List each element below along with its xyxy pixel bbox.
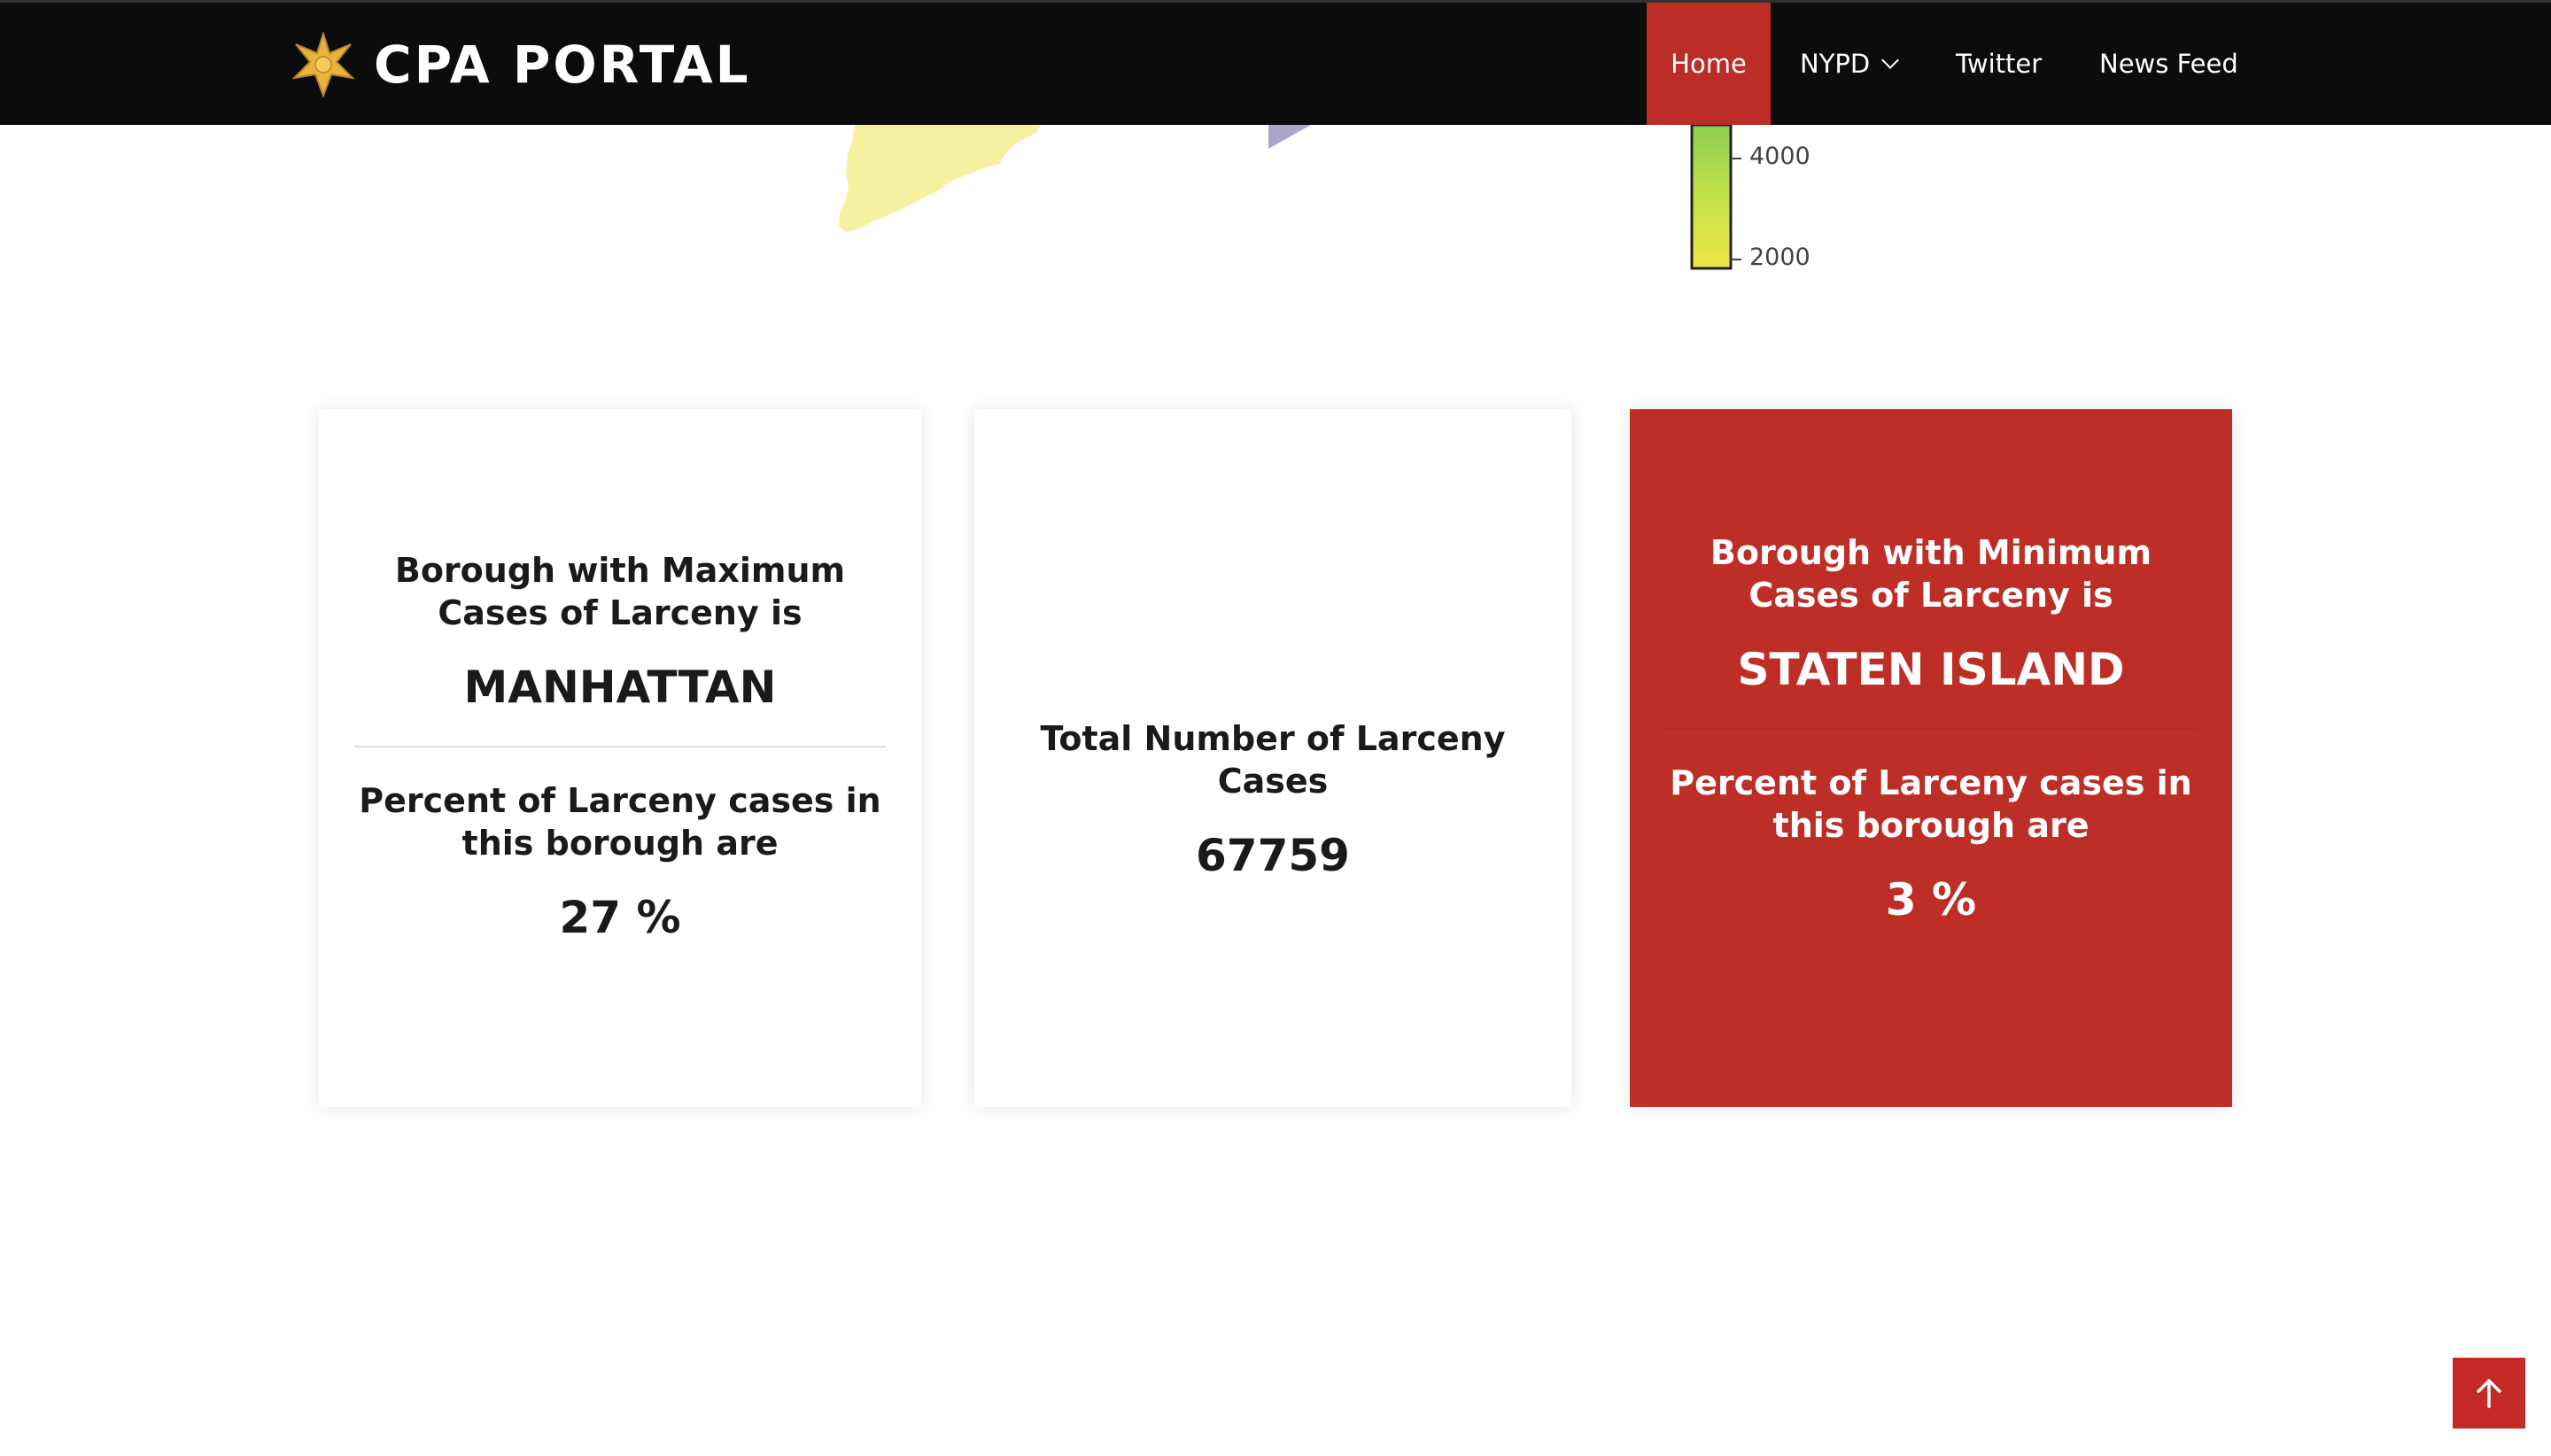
arrow-up-icon: [2477, 1379, 2501, 1408]
total-cases-value: 67759: [1196, 830, 1350, 881]
brand-title: CPA PORTAL: [374, 35, 751, 95]
min-card-heading: Borough with Minimum Cases of Larceny is: [1710, 533, 2152, 615]
nav-nypd-dropdown[interactable]: NYPD: [1800, 3, 1906, 125]
chevron-down-icon: [1881, 51, 1900, 69]
min-borough-name: STATEN ISLAND: [1737, 644, 2125, 695]
total-card-heading: Total Number of Larceny Cases: [1040, 719, 1506, 801]
max-percent-heading: Percent of Larceny cases in this borough…: [359, 781, 881, 863]
card-divider: [354, 746, 886, 747]
nav-home[interactable]: Home: [1647, 3, 1771, 125]
back-to-top-button[interactable]: [2453, 1358, 2525, 1429]
total-cases-card: Total Number of Larceny Cases 67759: [974, 409, 1571, 1107]
brand[interactable]: CPA PORTAL: [292, 29, 751, 100]
card-divider: [1665, 728, 2197, 730]
top-navbar: CPA PORTAL Home NYPD Twitter News Feed: [0, 0, 2551, 125]
max-borough-name: MANHATTAN: [463, 662, 777, 713]
nav-news-feed-label: News Feed: [2099, 49, 2238, 79]
max-borough-card: Borough with Maximum Cases of Larceny is…: [319, 409, 921, 1107]
nav-news-feed[interactable]: News Feed: [2099, 3, 2241, 125]
min-percent-value: 3 %: [1885, 874, 1977, 925]
star-badge-icon: [292, 32, 354, 97]
nav-twitter[interactable]: Twitter: [1956, 3, 2053, 125]
nav-twitter-label: Twitter: [1956, 49, 2043, 79]
colorbar-tick-label: 2000: [1749, 244, 1811, 271]
max-percent-value: 27 %: [559, 892, 681, 943]
colorbar: [1690, 123, 1733, 270]
borough-shape-fragment: [1268, 125, 1311, 149]
max-card-heading: Borough with Maximum Cases of Larceny is: [394, 551, 846, 632]
nav-home-label: Home: [1671, 49, 1747, 79]
nav-nypd-label: NYPD: [1800, 49, 1871, 79]
colorbar-tick-label: 4000: [1749, 143, 1811, 170]
min-percent-heading: Percent of Larceny cases in this borough…: [1670, 763, 2192, 845]
staten-island-shape: [839, 125, 1041, 232]
min-borough-card: Borough with Minimum Cases of Larceny is…: [1630, 409, 2232, 1107]
